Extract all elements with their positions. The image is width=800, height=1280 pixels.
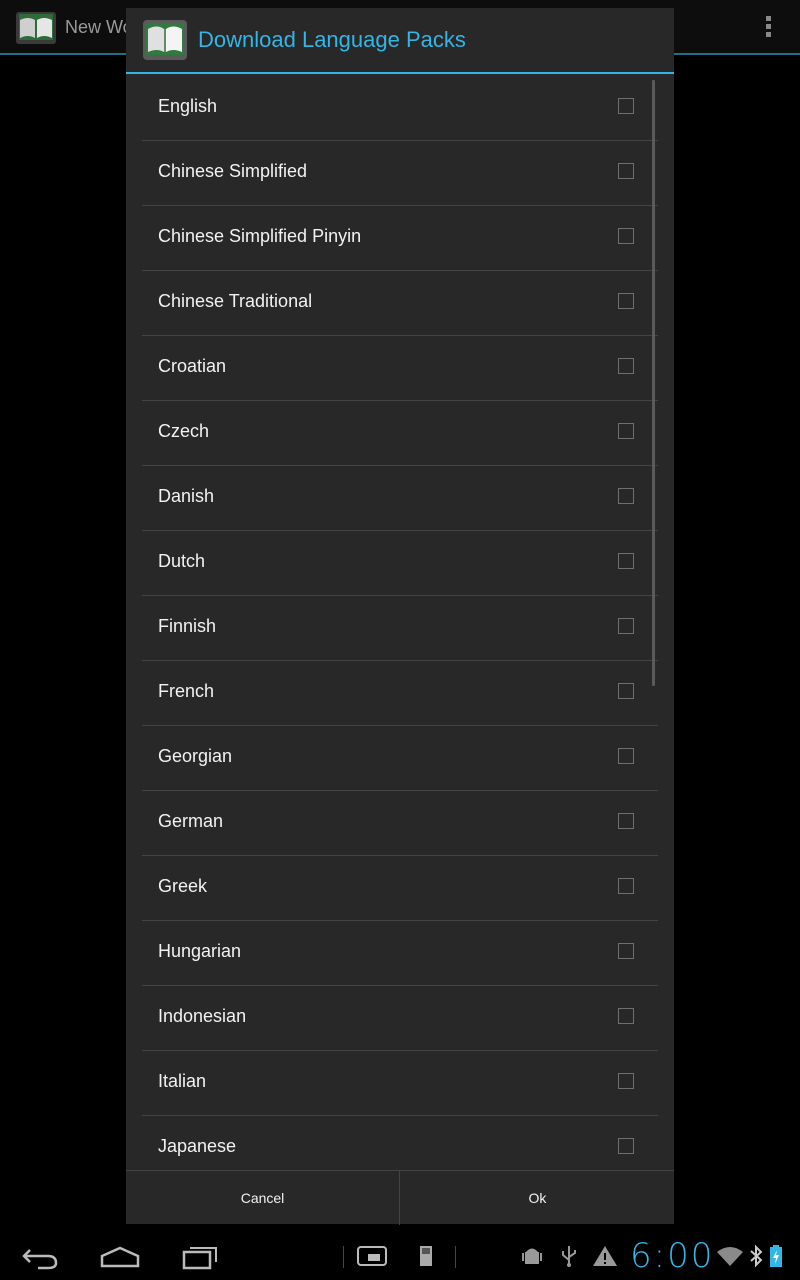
screenshot-icon[interactable] bbox=[356, 1244, 388, 1268]
language-label: Croatian bbox=[158, 356, 227, 376]
back-icon[interactable] bbox=[20, 1240, 60, 1272]
app-book-icon[interactable] bbox=[14, 8, 58, 48]
language-item-chinese-traditional[interactable]: Chinese Traditional bbox=[142, 271, 658, 336]
language-checkbox[interactable] bbox=[618, 878, 634, 894]
language-checkbox[interactable] bbox=[618, 553, 634, 569]
language-checkbox[interactable] bbox=[618, 358, 634, 374]
language-label: Greek bbox=[158, 876, 208, 896]
language-label: French bbox=[158, 681, 215, 701]
language-checkbox[interactable] bbox=[618, 163, 634, 179]
language-checkbox[interactable] bbox=[618, 748, 634, 764]
language-checkbox[interactable] bbox=[618, 228, 634, 244]
language-checkbox[interactable] bbox=[618, 293, 634, 309]
language-item-english[interactable]: English bbox=[142, 76, 658, 141]
language-checkbox[interactable] bbox=[618, 1008, 634, 1024]
language-item-czech[interactable]: Czech bbox=[142, 401, 658, 466]
download-language-packs-dialog: Download Language Packs English Chinese … bbox=[126, 8, 674, 1225]
usb-icon bbox=[562, 1246, 576, 1267]
android-debug-icon bbox=[522, 1248, 542, 1264]
language-label: German bbox=[158, 811, 224, 831]
language-checkbox[interactable] bbox=[618, 98, 634, 114]
cancel-button[interactable]: Cancel bbox=[126, 1171, 400, 1225]
divider bbox=[343, 1246, 344, 1268]
language-item-hungarian[interactable]: Hungarian bbox=[142, 921, 658, 986]
language-checkbox[interactable] bbox=[618, 813, 634, 829]
language-label: Danish bbox=[158, 486, 215, 506]
language-label: Finnish bbox=[158, 616, 217, 636]
language-item-french[interactable]: French bbox=[142, 661, 658, 726]
overflow-menu-icon[interactable] bbox=[760, 14, 776, 42]
sd-card-icon bbox=[420, 1246, 432, 1266]
language-checkbox[interactable] bbox=[618, 683, 634, 699]
home-icon[interactable] bbox=[98, 1240, 142, 1272]
system-navigation-bar: 6:00 bbox=[0, 1232, 800, 1280]
wifi-icon bbox=[717, 1247, 743, 1266]
language-label: Chinese Traditional bbox=[158, 291, 313, 311]
language-item-finnish[interactable]: Finnish bbox=[142, 596, 658, 661]
language-label: English bbox=[158, 96, 218, 116]
language-item-croatian[interactable]: Croatian bbox=[142, 336, 658, 401]
language-item-georgian[interactable]: Georgian bbox=[142, 726, 658, 791]
list-scrollbar[interactable] bbox=[652, 80, 655, 686]
app-title: New Wo bbox=[65, 17, 133, 37]
language-checkbox[interactable] bbox=[618, 423, 634, 439]
language-checkbox[interactable] bbox=[618, 618, 634, 634]
language-label: Georgian bbox=[158, 746, 233, 766]
dialog-title: Download Language Packs bbox=[198, 27, 466, 52]
language-list[interactable]: English Chinese Simplified Chinese Simpl… bbox=[126, 76, 674, 1170]
language-item-dutch[interactable]: Dutch bbox=[142, 531, 658, 596]
dialog-button-bar: Cancel Ok bbox=[126, 1170, 674, 1225]
language-item-italian[interactable]: Italian bbox=[142, 1051, 658, 1116]
language-checkbox[interactable] bbox=[618, 488, 634, 504]
language-label: Indonesian bbox=[158, 1006, 247, 1026]
language-checkbox[interactable] bbox=[618, 1073, 634, 1089]
warning-icon bbox=[593, 1246, 617, 1266]
language-item-greek[interactable]: Greek bbox=[142, 856, 658, 921]
recent-apps-icon[interactable] bbox=[180, 1240, 222, 1272]
divider bbox=[455, 1246, 456, 1268]
language-item-chinese-simplified[interactable]: Chinese Simplified bbox=[142, 141, 658, 206]
language-label: Japanese bbox=[158, 1136, 237, 1156]
bluetooth-icon bbox=[750, 1244, 763, 1268]
language-item-danish[interactable]: Danish bbox=[142, 466, 658, 531]
language-item-indonesian[interactable]: Indonesian bbox=[142, 986, 658, 1051]
language-item-chinese-simplified-pinyin[interactable]: Chinese Simplified Pinyin bbox=[142, 206, 658, 271]
language-label: Dutch bbox=[158, 551, 206, 571]
language-checkbox[interactable] bbox=[618, 943, 634, 959]
language-label: Italian bbox=[158, 1071, 207, 1091]
language-item-german[interactable]: German bbox=[142, 791, 658, 856]
language-label: Chinese Simplified bbox=[158, 161, 308, 181]
ok-button[interactable]: Ok bbox=[401, 1171, 674, 1225]
language-label: Czech bbox=[158, 421, 210, 441]
battery-charging-icon bbox=[770, 1245, 782, 1267]
language-item-japanese[interactable]: Japanese bbox=[142, 1116, 658, 1170]
language-label: Hungarian bbox=[158, 941, 242, 961]
language-label: Chinese Simplified Pinyin bbox=[158, 226, 362, 246]
language-checkbox[interactable] bbox=[618, 1138, 634, 1154]
clock[interactable]: 6:00 bbox=[630, 1236, 714, 1276]
dialog-header: Download Language Packs bbox=[126, 8, 674, 74]
book-icon bbox=[143, 20, 187, 60]
